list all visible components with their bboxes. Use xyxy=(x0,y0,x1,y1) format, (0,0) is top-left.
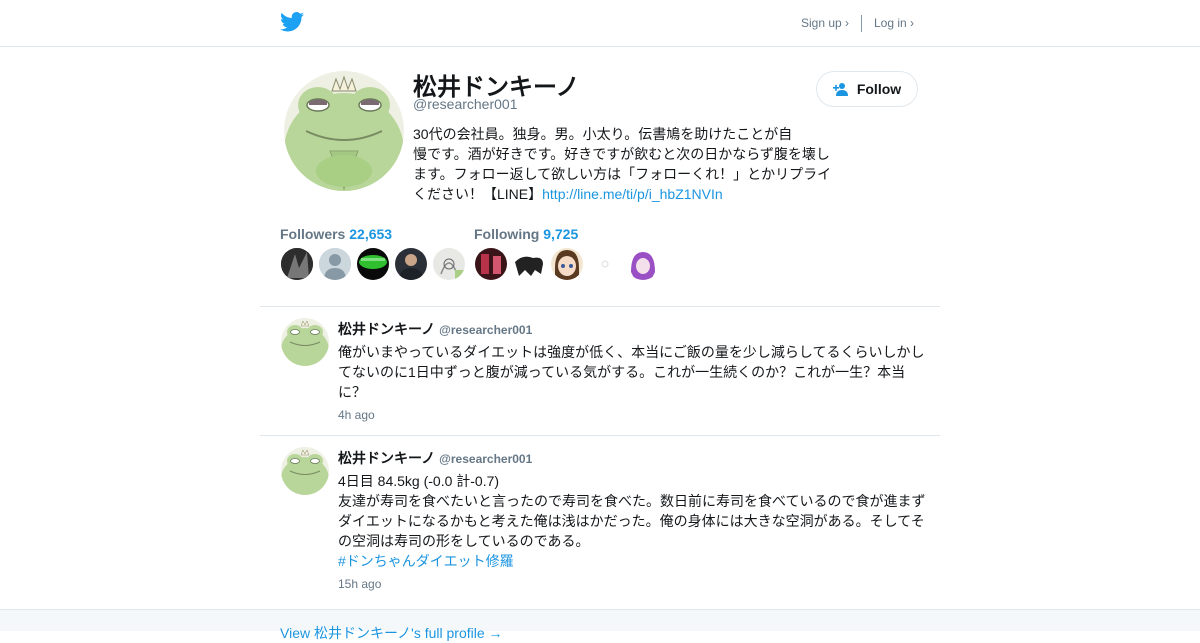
tweet-hashtag[interactable]: #ドンちゃんダイエット修羅 xyxy=(338,553,514,569)
sign-up-link[interactable]: Sign up › xyxy=(801,16,849,30)
profile-handle: @researcher001 xyxy=(413,96,518,112)
tweet-text: 俺がいまやっているダイエットは強度が低く、本当にご飯の量を少し減らしてるくらいし… xyxy=(338,344,925,400)
tweet-author[interactable]: 松井ドンキーノ @researcher001 xyxy=(338,448,532,468)
timeline-divider xyxy=(260,306,940,307)
following-stat[interactable]: Following 9,725 xyxy=(474,226,578,242)
tweet-author-handle: @researcher001 xyxy=(439,323,533,337)
view-full-profile-link[interactable]: View 松井ドンキーノ's full profile → xyxy=(280,623,503,643)
follower-avatar[interactable] xyxy=(281,248,313,280)
tweet-weight-log: 4日目 84.5kg (-0.0 計-0.7) xyxy=(338,473,500,489)
following-avatar[interactable] xyxy=(589,248,621,280)
tweet-timestamp[interactable]: 4h ago xyxy=(338,408,375,422)
bio-line: 30代の会社員。独身。男。小太り。伝書鳩を助けたことが自 xyxy=(413,126,793,142)
following-avatar[interactable] xyxy=(475,248,507,280)
tweet-author-name: 松井ドンキーノ xyxy=(338,321,436,337)
following-avatar[interactable] xyxy=(627,248,659,280)
log-in-link[interactable]: Log in › xyxy=(874,16,914,30)
follower-avatar[interactable] xyxy=(357,248,389,280)
profile-bio: 30代の会社員。独身。男。小太り。伝書鳩を助けたことが自 慢です。酒が好きです。… xyxy=(413,124,838,204)
tweet-avatar[interactable] xyxy=(281,318,329,366)
followers-label: Followers xyxy=(280,226,346,242)
follow-button[interactable]: Follow xyxy=(816,71,918,107)
following-avatar[interactable] xyxy=(551,248,583,280)
tweet-timestamp[interactable]: 15h ago xyxy=(338,577,381,591)
bio-line: 慢です。酒が好きです。好きですが飲むと次の日かならず腹を壊し xyxy=(413,146,830,162)
follow-button-label: Follow xyxy=(856,81,902,97)
followers-count: 22,653 xyxy=(349,226,393,242)
follower-avatar[interactable] xyxy=(433,248,465,280)
twitter-bird-icon[interactable] xyxy=(280,12,304,32)
tweet-author-handle: @researcher001 xyxy=(439,452,533,466)
bio-line-text: ください！【LINE】 xyxy=(413,186,543,202)
bio-line-link[interactable]: http://line.me/ti/p/i_hbZ1NVIn xyxy=(542,186,723,202)
follower-avatar[interactable] xyxy=(395,248,427,280)
tweet-author[interactable]: 松井ドンキーノ @researcher001 xyxy=(338,319,532,339)
tweet-avatar[interactable] xyxy=(281,447,329,495)
nav-divider xyxy=(861,15,862,32)
tweet-text: 4日目 84.5kg (-0.0 計-0.7) 友達が寿司を食べたいと言ったので… xyxy=(338,471,930,571)
footer-bar: View 松井ドンキーノ's full profile → xyxy=(0,609,1200,641)
tweet-author-name: 松井ドンキーノ xyxy=(338,450,436,466)
following-label: Following xyxy=(474,226,540,242)
following-count: 9,725 xyxy=(543,226,579,242)
followers-stat[interactable]: Followers 22,653 xyxy=(280,226,392,242)
following-avatar[interactable] xyxy=(513,248,545,280)
timeline-divider xyxy=(260,435,940,436)
follow-user-plus-icon xyxy=(832,83,848,96)
follower-avatar[interactable] xyxy=(319,248,351,280)
top-bar: Sign up › Log in › xyxy=(0,0,1200,47)
tweet-body: 友達が寿司を食べたいと言ったので寿司を食べた。数日前に寿司を食べているので食が進… xyxy=(338,493,926,549)
profile-avatar[interactable] xyxy=(284,71,404,191)
bio-line: ください！【LINE】http://line.me/ti/p/i_hbZ1NVI… xyxy=(413,184,838,204)
bio-line: ます。フォロー返して欲しい方は「フォローくれ！」とかリプライ xyxy=(413,166,832,182)
